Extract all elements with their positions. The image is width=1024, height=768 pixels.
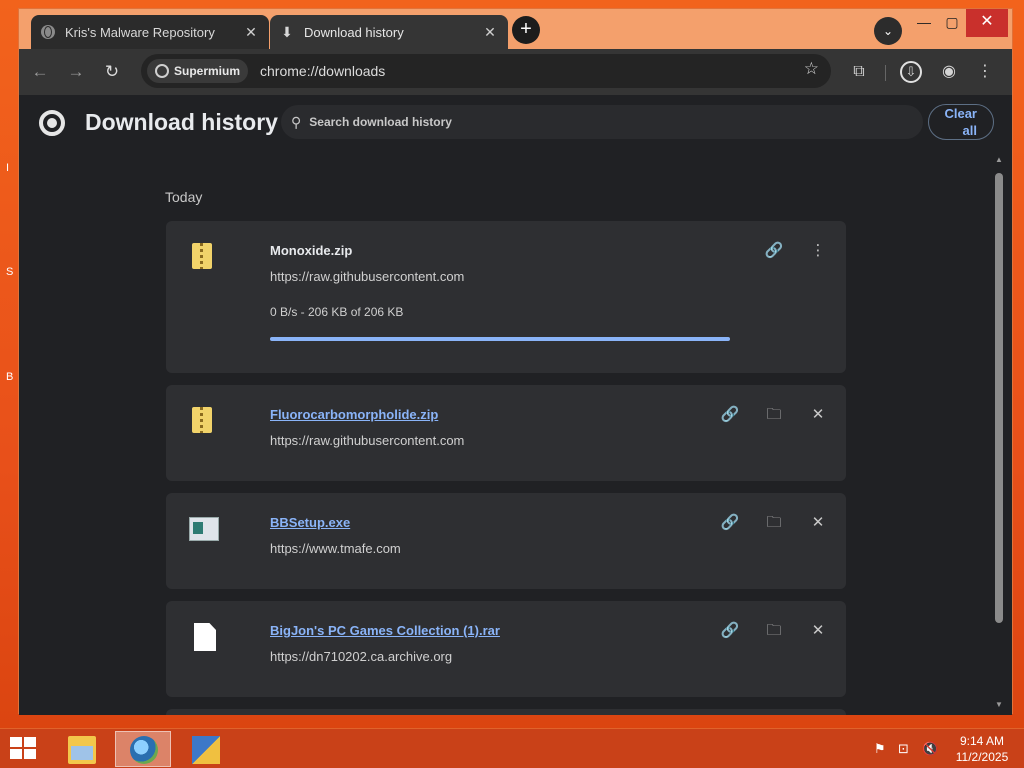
remove-icon[interactable]: ✕ — [806, 403, 830, 427]
desktop-icon-label: I — [6, 162, 10, 174]
search-input[interactable] — [309, 115, 870, 129]
tab-search-button[interactable]: ⌄ — [874, 17, 902, 45]
desktop-icon-label: S — [6, 266, 14, 278]
folder-icon[interactable]: 🗀 — [762, 403, 786, 427]
download-filename-link[interactable]: Fluorocarbomorpholide.zip — [270, 407, 438, 422]
scroll-down-arrow-icon[interactable]: ▼ — [993, 700, 1005, 709]
download-source-url: https://raw.githubusercontent.com — [270, 433, 465, 448]
app-icon — [192, 736, 220, 764]
copy-link-icon[interactable]: 🔗 — [718, 511, 742, 535]
maximize-button[interactable]: ▢ — [939, 9, 965, 37]
folder-icon[interactable]: 🗀 — [762, 619, 786, 643]
search-icon: ⚲ — [291, 113, 302, 130]
download-icon: ⬇ — [281, 23, 293, 40]
new-tab-button[interactable]: + — [512, 16, 540, 44]
desktop-icon-label: B — [6, 371, 14, 383]
network-icon[interactable]: ⊡ — [898, 741, 909, 757]
reload-button[interactable]: ↻ — [99, 59, 125, 85]
clear-all-label-line2: all — [962, 123, 977, 138]
more-actions-icon[interactable]: ⋮ — [806, 239, 830, 263]
date-group-label: Today — [165, 189, 203, 205]
download-item — [166, 709, 846, 715]
download-filename-link[interactable]: BBSetup.exe — [270, 515, 350, 530]
globe-icon — [41, 25, 55, 39]
tab-title: Download history — [304, 24, 404, 40]
scroll-up-arrow-icon[interactable]: ▲ — [993, 155, 1005, 164]
site-info-chip[interactable]: Supermium — [147, 59, 249, 83]
download-status: 0 B/s - 206 KB of 206 KB — [270, 305, 404, 319]
windows-logo-pane — [24, 749, 36, 759]
address-bar[interactable]: Supermium chrome://downloads ☆ — [141, 54, 831, 88]
clear-all-button[interactable]: Clear all — [928, 104, 994, 140]
download-filename-link[interactable]: BigJon's PC Games Collection (1).rar — [270, 623, 500, 638]
browser-window: Kris's Malware Repository ✕ ⬇ Download h… — [18, 8, 1013, 715]
browser-toolbar: ← → ↻ Supermium chrome://downloads ☆ ⧉ ⇩… — [19, 49, 1012, 95]
exe-file-icon — [189, 517, 219, 541]
downloads-page: Download history ⚲ Clear all Today Monox… — [19, 95, 1012, 715]
taskbar-file-explorer[interactable] — [53, 731, 109, 767]
start-button[interactable] — [10, 737, 38, 761]
download-item: BBSetup.exe https://www.tmafe.com 🔗 🗀 ✕ — [166, 493, 846, 589]
download-item: BigJon's PC Games Collection (1).rar htt… — [166, 601, 846, 697]
copy-link-icon[interactable]: 🔗 — [762, 239, 786, 263]
profile-icon[interactable]: ◉ — [935, 58, 963, 86]
page-scrollbar[interactable]: ▲ ▼ — [993, 153, 1005, 711]
action-center-flag-icon[interactable]: ⚑ — [874, 741, 886, 757]
zip-file-icon — [192, 407, 212, 433]
clear-all-label-line1: Clear — [944, 106, 977, 121]
download-source-url: https://raw.githubusercontent.com — [270, 269, 465, 284]
download-source-url: https://www.tmafe.com — [270, 541, 401, 556]
tab-malware-repository[interactable]: Kris's Malware Repository ✕ — [31, 15, 269, 49]
file-explorer-icon — [68, 736, 96, 764]
volume-muted-icon[interactable]: 🔇 — [922, 741, 938, 757]
toolbar-divider — [885, 65, 886, 81]
taskbar-browser[interactable] — [115, 731, 171, 767]
extensions-icon[interactable]: ⧉ — [845, 58, 873, 86]
close-window-button[interactable]: ✕ — [966, 9, 1008, 37]
back-button[interactable]: ← — [27, 59, 53, 85]
taskbar: ⚑ ⊡ 🔇 9:14 AM 11/2/2025 — [0, 728, 1024, 768]
tab-title: Kris's Malware Repository — [65, 24, 215, 40]
browser-icon — [130, 736, 158, 764]
windows-logo-icon — [10, 737, 22, 747]
download-progress-bar — [270, 337, 730, 341]
chrome-logo-icon — [39, 110, 65, 136]
progress-fill — [270, 337, 730, 341]
close-tab-icon[interactable]: ✕ — [482, 24, 498, 41]
close-tab-icon[interactable]: ✕ — [243, 24, 259, 41]
minimize-button[interactable]: — — [911, 9, 937, 37]
folder-icon[interactable]: 🗀 — [762, 511, 786, 535]
page-title: Download history — [85, 109, 278, 135]
copy-link-icon[interactable]: 🔗 — [718, 403, 742, 427]
url-text[interactable]: chrome://downloads — [260, 63, 385, 79]
download-filename: Monoxide.zip — [270, 243, 353, 258]
menu-icon[interactable]: ⋮ — [971, 58, 999, 86]
scroll-thumb[interactable] — [995, 173, 1003, 623]
download-item: Fluorocarbomorpholide.zip https://raw.gi… — [166, 385, 846, 481]
remove-icon[interactable]: ✕ — [806, 619, 830, 643]
windows-logo-pane — [24, 737, 36, 747]
download-circle-icon: ⇩ — [900, 61, 922, 83]
page-header: Download history ⚲ Clear all — [19, 95, 1012, 151]
search-box[interactable]: ⚲ — [281, 105, 923, 139]
document-file-icon — [194, 623, 216, 651]
remove-icon[interactable]: ✕ — [806, 511, 830, 535]
taskbar-app[interactable] — [177, 731, 233, 767]
windows-logo-pane — [10, 749, 22, 759]
system-clock[interactable]: 9:14 AM 11/2/2025 — [950, 733, 1014, 765]
supermium-icon — [155, 64, 169, 78]
download-source-url: https://dn710202.ca.archive.org — [270, 649, 453, 664]
bookmark-star-icon[interactable]: ☆ — [804, 59, 819, 79]
clock-date: 11/2/2025 — [955, 750, 1009, 764]
download-item: Monoxide.zip https://raw.githubuserconte… — [166, 221, 846, 373]
clock-time: 9:14 AM — [959, 734, 1005, 748]
tab-strip: Kris's Malware Repository ✕ ⬇ Download h… — [19, 9, 1012, 49]
copy-link-icon[interactable]: 🔗 — [718, 619, 742, 643]
chip-label: Supermium — [174, 64, 241, 78]
forward-button[interactable]: → — [63, 59, 89, 85]
zip-file-icon — [192, 243, 212, 269]
tab-download-history[interactable]: ⬇ Download history ✕ — [270, 15, 508, 49]
downloads-button[interactable]: ⇩ — [897, 58, 925, 86]
